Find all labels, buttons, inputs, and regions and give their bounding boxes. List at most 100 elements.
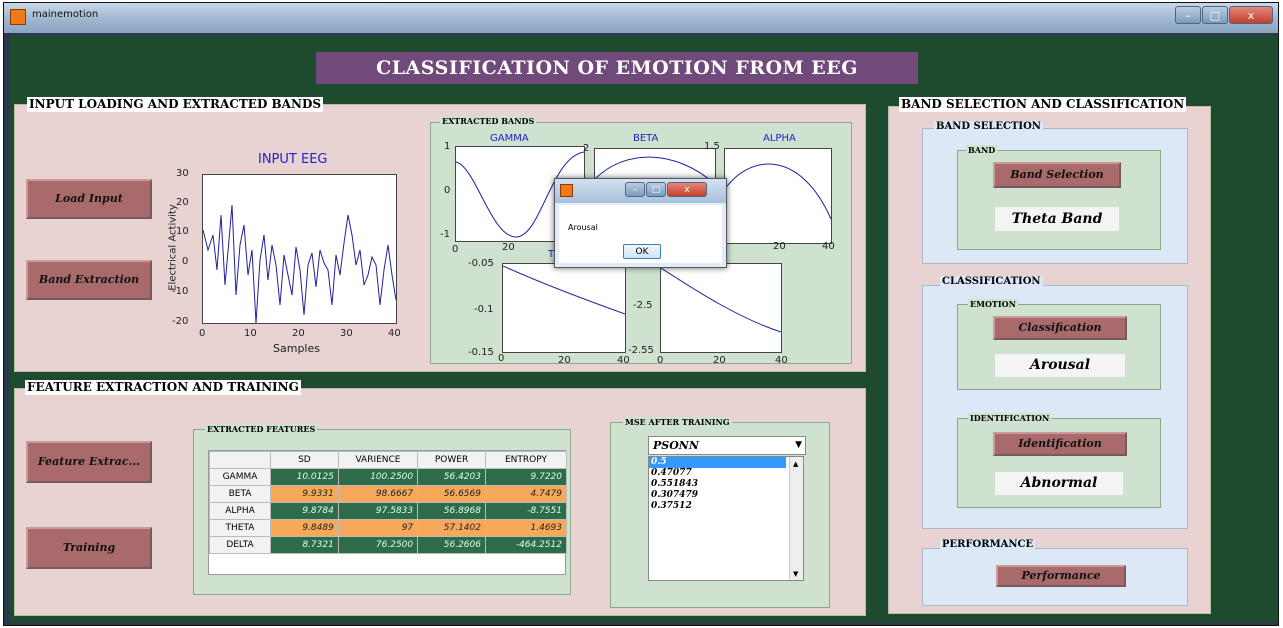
y-tick-label: 2 bbox=[583, 143, 590, 154]
mse-listbox[interactable]: 0.5 0.47077 0.551843 0.307479 0.37512 ▲ … bbox=[648, 456, 804, 581]
features-table[interactable]: SD VARIENCE POWER ENTROPY GAMMA 10.0125 … bbox=[208, 450, 568, 575]
title-bar bbox=[4, 3, 1278, 33]
table-cell: 56.6569 bbox=[417, 485, 486, 503]
emotion-group-title: EMOTION bbox=[968, 299, 1018, 309]
table-cell: 56.4203 bbox=[417, 468, 486, 486]
y-tick-label: 30 bbox=[176, 168, 189, 179]
table-row: THETA 9.8489 97 57.1402 1.4693 bbox=[209, 519, 568, 537]
table-row: BETA 9.9331 98.6667 56.6569 4.7479 bbox=[209, 485, 568, 503]
classification-button[interactable]: Classification bbox=[993, 316, 1127, 340]
input-eeg-xlabel: Samples bbox=[273, 342, 320, 355]
matlab-icon bbox=[560, 184, 573, 197]
mse-title: MSE AFTER TRAINING bbox=[623, 417, 732, 427]
table-cell: 56.2606 bbox=[417, 536, 486, 554]
table-cell: 76.2500 bbox=[337, 536, 419, 554]
y-tick-label: -20 bbox=[172, 316, 189, 327]
table-cell: -8.7551 bbox=[484, 502, 568, 520]
table-cell: 56.8968 bbox=[417, 502, 486, 520]
row-header: THETA bbox=[209, 519, 271, 537]
x-tick-label: 20 bbox=[558, 355, 571, 366]
y-tick-label: -1 bbox=[440, 229, 450, 240]
table-cell: 97 bbox=[337, 519, 419, 537]
y-tick-label: 0 bbox=[444, 185, 451, 196]
main-title: CLASSIFICATION OF EMOTION FROM EEG bbox=[316, 52, 918, 84]
gamma-title: GAMMA bbox=[490, 133, 529, 144]
y-tick-label: -2.55 bbox=[628, 345, 654, 356]
message-dialog: – □ x Arousal OK bbox=[554, 178, 727, 268]
column-header: POWER bbox=[417, 451, 486, 469]
x-tick-label: 0 bbox=[657, 355, 664, 366]
x-tick-label: 0 bbox=[452, 244, 459, 255]
row-header: DELTA bbox=[209, 536, 271, 554]
feature-extraction-button[interactable]: Feature Extrac... bbox=[26, 441, 152, 483]
performance-title: PERFORMANCE bbox=[940, 539, 1036, 551]
table-cell: 57.1402 bbox=[417, 519, 486, 537]
training-method-dropdown[interactable]: PSONN ▼ bbox=[648, 436, 806, 455]
x-tick-label: 10 bbox=[244, 328, 257, 339]
input-eeg-title: INPUT EEG bbox=[258, 152, 328, 167]
table-row: DELTA 8.7321 76.2500 56.2606 -464.2512 bbox=[209, 536, 568, 554]
list-item-selected[interactable]: 0.5 bbox=[649, 457, 786, 468]
table-cell: 9.7220 bbox=[484, 468, 568, 486]
maximize-button[interactable]: □ bbox=[1202, 6, 1228, 24]
extracted-bands-title: EXTRACTED BANDS bbox=[440, 116, 537, 126]
matlab-icon bbox=[10, 9, 26, 25]
load-input-button[interactable]: Load Input bbox=[26, 179, 152, 219]
performance-button[interactable]: Performance bbox=[996, 565, 1126, 587]
list-item[interactable]: 0.37512 bbox=[649, 501, 803, 512]
table-cell: 9.9331 bbox=[270, 485, 339, 503]
table-cell: 100.2500 bbox=[337, 468, 419, 486]
table-cell: 4.7479 bbox=[484, 485, 568, 503]
table-cell: 9.8489 bbox=[270, 519, 339, 537]
training-button[interactable]: Training bbox=[26, 527, 152, 569]
dialog-message: Arousal bbox=[568, 223, 598, 232]
column-header: VARIENCE bbox=[337, 451, 419, 469]
input-eeg-plot bbox=[202, 174, 397, 324]
row-header: GAMMA bbox=[209, 468, 271, 486]
row-header: BETA bbox=[209, 485, 271, 503]
band-selection-title: BAND SELECTION bbox=[934, 121, 1043, 133]
minimize-button[interactable]: – bbox=[1175, 6, 1201, 24]
band-group-title: BAND bbox=[966, 145, 998, 155]
scroll-up-icon[interactable]: ▲ bbox=[793, 458, 798, 469]
x-tick-label: 0 bbox=[498, 353, 505, 364]
classification-title: CLASSIFICATION bbox=[940, 276, 1043, 288]
y-tick-label: 1 bbox=[444, 141, 451, 152]
table-cell: 98.6667 bbox=[337, 485, 419, 503]
extracted-features-title: EXTRACTED FEATURES bbox=[205, 424, 318, 434]
scrollbar[interactable]: ▲ ▼ bbox=[789, 457, 803, 580]
dropdown-value: PSONN bbox=[653, 439, 699, 452]
band-selection-button[interactable]: Band Selection bbox=[993, 162, 1121, 188]
emotion-value: Arousal bbox=[995, 354, 1125, 377]
ok-button[interactable]: OK bbox=[623, 244, 661, 259]
dialog-maximize-button[interactable]: □ bbox=[646, 182, 666, 197]
input-eeg-ylabel: Electrical Activity bbox=[167, 204, 179, 291]
dialog-close-button[interactable]: x bbox=[667, 182, 707, 197]
y-tick-label: -2.5 bbox=[633, 300, 653, 311]
y-tick-label: -0.1 bbox=[474, 304, 494, 315]
column-header: SD bbox=[270, 451, 339, 469]
table-cell: -464.2512 bbox=[484, 536, 568, 554]
x-tick-label: 0 bbox=[199, 328, 206, 339]
scroll-down-icon[interactable]: ▼ bbox=[793, 568, 798, 579]
close-button[interactable]: x bbox=[1229, 6, 1273, 24]
band-value: Theta Band bbox=[995, 207, 1119, 231]
table-cell: 9.8784 bbox=[270, 502, 339, 520]
x-tick-label: 40 bbox=[617, 355, 630, 366]
identification-button[interactable]: Identification bbox=[993, 432, 1127, 456]
table-cell: 8.7321 bbox=[270, 536, 339, 554]
alpha-title: ALPHA bbox=[763, 133, 796, 144]
dialog-minimize-button[interactable]: – bbox=[625, 182, 645, 197]
table-header-row: SD VARIENCE POWER ENTROPY bbox=[209, 451, 568, 469]
y-tick-label: 0 bbox=[182, 256, 189, 267]
input-eeg-signal bbox=[203, 204, 396, 323]
table-cell: 1.4693 bbox=[484, 519, 568, 537]
list-item[interactable]: 0.307479 bbox=[649, 490, 803, 501]
feature-panel-title: FEATURE EXTRACTION AND TRAINING bbox=[25, 380, 301, 395]
x-tick-label: 40 bbox=[388, 328, 401, 339]
y-tick-label: -0.15 bbox=[468, 347, 494, 358]
table-row: ALPHA 9.8784 97.5833 56.8968 -8.7551 bbox=[209, 502, 568, 520]
band-extraction-button[interactable]: Band Extraction bbox=[26, 260, 152, 300]
list-item[interactable]: 0.47077 bbox=[649, 468, 803, 479]
list-item[interactable]: 0.551843 bbox=[649, 479, 803, 490]
